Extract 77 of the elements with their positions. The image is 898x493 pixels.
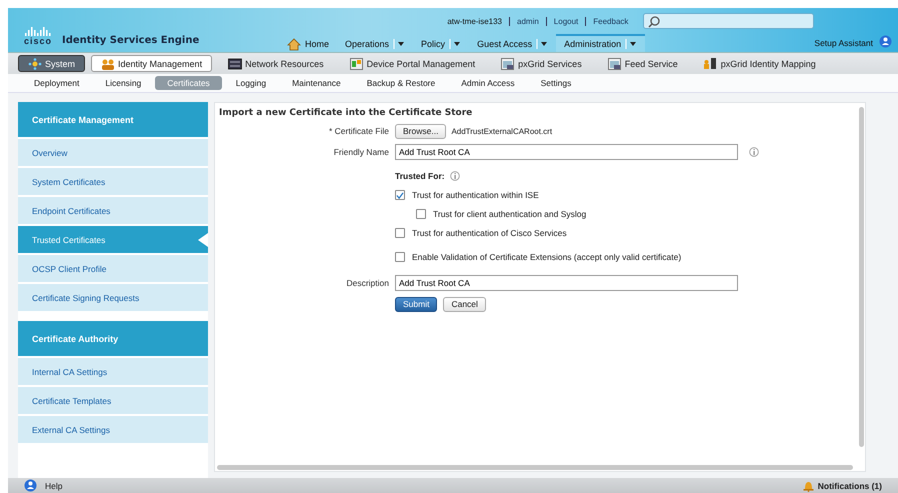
sub-tab[interactable]: Licensing	[93, 76, 154, 90]
house-icon	[287, 38, 301, 50]
section-tab[interactable]: Device Portal Management	[340, 55, 486, 72]
nav-tab[interactable]: Guest Access	[469, 34, 556, 52]
checkbox-label: Trust for client authentication and Syslog	[433, 209, 586, 219]
section-tab[interactable]: System	[18, 55, 86, 72]
sub-tab[interactable]: Deployment	[22, 76, 92, 90]
section-tab[interactable]: Network Resources	[218, 55, 334, 72]
header-link[interactable]: Logout	[546, 16, 586, 26]
section-tab[interactable]: Identity Management	[91, 55, 212, 72]
section-label: Trusted For:	[395, 171, 445, 181]
file-name: AddTrustExternalCARoot.crt	[451, 126, 552, 136]
header-link[interactable]: admin	[509, 16, 546, 26]
bell-icon	[802, 480, 814, 492]
sub-tab[interactable]: Logging	[224, 76, 278, 90]
nav-tab[interactable]: Home	[279, 34, 338, 52]
caret-icon	[393, 39, 406, 49]
sidebar-header: Certificate Authority	[18, 321, 208, 356]
section-tab[interactable]: pxGrid Identity Mapping	[694, 55, 826, 72]
cancel-button[interactable]: Cancel	[443, 296, 486, 312]
notifications-link[interactable]: Notifications (1)	[802, 480, 882, 492]
sidebar-item[interactable]: Certificate Templates	[18, 387, 208, 414]
app-window-icon	[501, 58, 516, 70]
checkbox[interactable]	[395, 190, 405, 200]
sub-tab[interactable]: Maintenance	[280, 76, 353, 90]
field-label: Description	[346, 278, 389, 288]
nav-tab[interactable]: Policy	[413, 34, 470, 52]
field-label: Friendly Name	[334, 147, 389, 157]
checkbox[interactable]	[395, 252, 405, 262]
app-window-icon	[608, 58, 622, 70]
sub-tab[interactable]: Settings	[528, 76, 584, 90]
section-tab[interactable]: Feed Service	[598, 55, 688, 72]
info-icon	[450, 171, 460, 181]
host-name: atw-tme-ise133	[446, 16, 503, 26]
sidebar-item[interactable]: Certificate Signing Requests	[18, 284, 208, 311]
header-link[interactable]: Feedback	[585, 16, 636, 26]
caret-icon	[536, 39, 548, 49]
cisco-bars-icon	[24, 27, 52, 36]
checkbox-label: Enable Validation of Certificate Extensions (accept only valid certificate)	[412, 252, 682, 262]
product-name: Identity Services Engine	[62, 35, 200, 46]
scrollbar[interactable]	[217, 465, 853, 470]
help-icon	[879, 35, 892, 48]
network-nodes-icon	[28, 58, 42, 70]
field-label: * Certificate File	[329, 126, 389, 136]
server-icon	[228, 58, 242, 70]
checkbox-label: Trust for authentication within ISE	[412, 190, 539, 200]
friendly-name-field[interactable]: Add Trust Root CA	[395, 144, 738, 160]
scrollbar[interactable]	[859, 107, 864, 447]
person-device-icon	[704, 58, 718, 70]
sub-tab[interactable]: Backup & Restore	[354, 76, 448, 90]
sidebar-item[interactable]: External CA Settings	[18, 416, 208, 443]
sidebar-header: Certificate Management	[18, 102, 208, 137]
portal-window-icon	[350, 58, 364, 70]
sidebar-item[interactable]: OCSP Client Profile	[18, 255, 208, 282]
checkbox-label: Trust for authentication of Cisco Services	[412, 228, 567, 238]
description-field[interactable]: Add Trust Root CA	[395, 275, 738, 291]
setup-assistant-menu[interactable]: Setup Assistant	[814, 38, 879, 48]
sidebar-item[interactable]: Overview	[18, 139, 208, 166]
submit-button[interactable]: Submit	[395, 296, 438, 312]
logo-text: cisco	[24, 37, 52, 46]
help-link[interactable]: Help	[24, 479, 62, 492]
nav-tab[interactable]: Operations	[337, 34, 414, 52]
section-tab[interactable]: pxGrid Services	[491, 55, 592, 72]
sidebar-item[interactable]: Endpoint Certificates	[18, 197, 208, 224]
info-icon	[749, 147, 759, 157]
form-title: Import a new Certificate into the Certificate Store	[219, 108, 474, 118]
checkbox[interactable]	[416, 209, 426, 219]
check-icon	[396, 192, 404, 198]
sidebar-item[interactable]: Internal CA Settings	[18, 358, 208, 385]
browse-button[interactable]: Browse...	[395, 124, 446, 138]
caret-icon	[449, 39, 462, 49]
checkbox[interactable]	[395, 228, 405, 238]
search-field[interactable]	[643, 13, 814, 29]
sidebar-item[interactable]: System Certificates	[18, 168, 208, 195]
sub-tab[interactable]: Admin Access	[449, 76, 527, 90]
people-icon	[101, 58, 116, 70]
caret-icon	[625, 39, 638, 49]
